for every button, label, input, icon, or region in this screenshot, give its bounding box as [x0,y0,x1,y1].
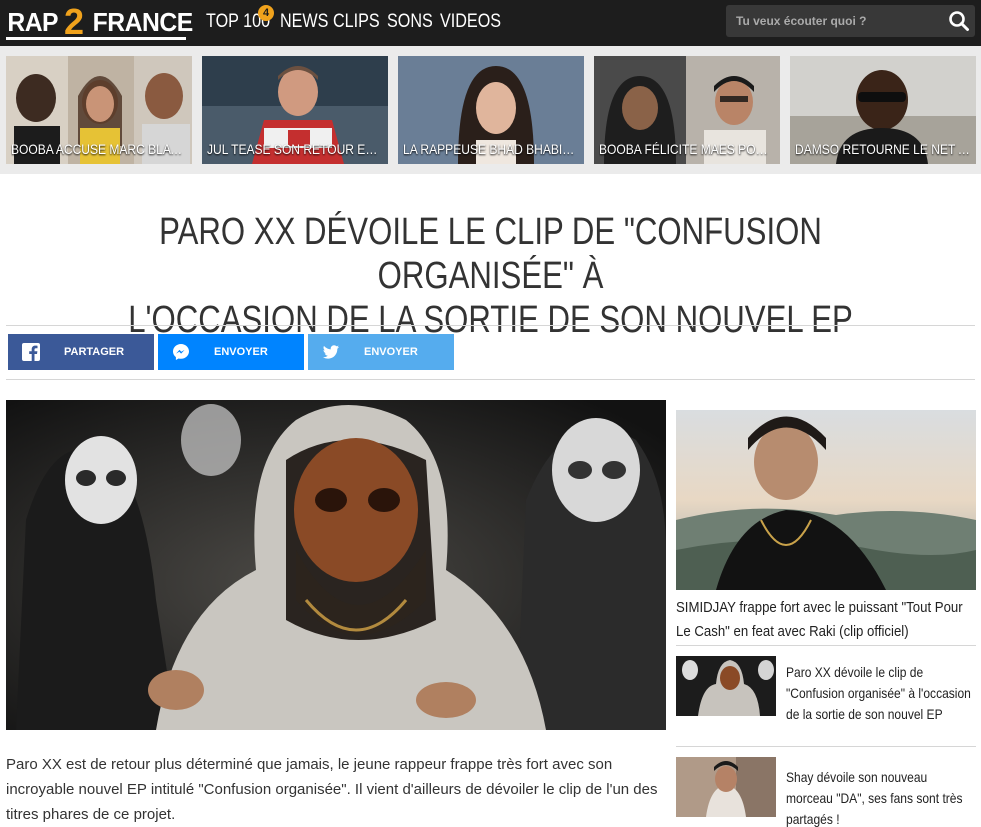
messenger-icon [173,344,189,360]
sidebar-item-title[interactable]: Paro XX dévoile le clip de "Confusion or… [786,662,977,725]
sidebar-item-photo [676,757,776,817]
sidebar-item-title[interactable]: Shay dévoile son nouveau morceau "DA", s… [786,767,977,827]
nav-sons[interactable]: SONS [387,10,433,34]
divider [6,379,975,380]
facebook-share-label: PARTAGER [64,346,125,358]
trending-strip: BOOBA ACCUSE MARC BLATA DE... JUL TEASE … [0,46,981,174]
top-navigation: RAP 2 FRANCE TOP 100 4 NEWS CLIPS SONS V… [0,0,981,46]
sidebar-featured-title[interactable]: SIMIDJAY frappe fort avec le puissant "T… [676,596,980,644]
trending-caption: BOOBA ACCUSE MARC BLATA DE... [11,141,187,157]
twitter-share-button[interactable]: ENVOYER [308,334,454,370]
trending-card[interactable]: BOOBA ACCUSE MARC BLATA DE... [6,56,192,164]
nav-videos[interactable]: VIDEOS [440,10,501,34]
sidebar-featured-image[interactable] [676,410,976,590]
sidebar-item-thumbnail[interactable] [676,757,776,817]
trending-caption: DAMSO RETOURNE LE NET AVEC [795,141,972,157]
sidebar-divider [676,746,976,747]
trending-caption: BOOBA FÉLICITE MAES POUR SON [599,141,775,157]
sidebar-featured-photo [676,410,976,590]
article-body: Paro XX est de retour plus déterminé que… [6,756,658,823]
logo-part-france: FRANCE [92,7,194,37]
messenger-share-label: ENVOYER [214,346,268,358]
trending-card[interactable]: JUL TEASE SON RETOUR ET BIENTÔT [202,56,388,164]
twitter-icon [322,345,339,359]
search-input[interactable] [736,12,936,30]
nav-news[interactable]: NEWS [280,10,328,34]
facebook-icon [22,343,40,361]
messenger-share-button[interactable]: ENVOYER [158,334,304,370]
nav-clips[interactable]: CLIPS [333,10,380,34]
search-box [726,5,975,37]
hero-photo [6,400,666,730]
top100-badge: 4 [258,5,274,21]
trending-caption: LA RAPPEUSE BHAD BHABIE A... [403,141,580,157]
logo-part-rap: RAP [7,7,59,37]
twitter-share-label: ENVOYER [364,346,418,358]
site-logo[interactable]: RAP 2 FRANCE [6,3,193,41]
facebook-share-button[interactable]: PARTAGER [8,334,154,370]
logo-part-2: 2 [64,1,85,42]
trending-card[interactable]: LA RAPPEUSE BHAD BHABIE A... [398,56,584,164]
trending-caption: JUL TEASE SON RETOUR ET BIENTÔT [207,141,384,157]
sidebar-divider [676,645,976,646]
article-title-line1: PARO XX DÉVOILE LE CLIP DE "CONFUSION OR… [159,211,822,297]
sidebar-item-photo [676,656,776,716]
logo-underline [6,37,186,40]
sidebar-item-thumbnail[interactable] [676,656,776,716]
trending-card[interactable]: DAMSO RETOURNE LE NET AVEC [790,56,976,164]
divider [6,325,975,326]
trending-card[interactable]: BOOBA FÉLICITE MAES POUR SON [594,56,780,164]
article-hero-image [6,400,666,730]
search-icon[interactable] [948,10,970,32]
article-title: PARO XX DÉVOILE LE CLIP DE "CONFUSION OR… [121,210,860,342]
